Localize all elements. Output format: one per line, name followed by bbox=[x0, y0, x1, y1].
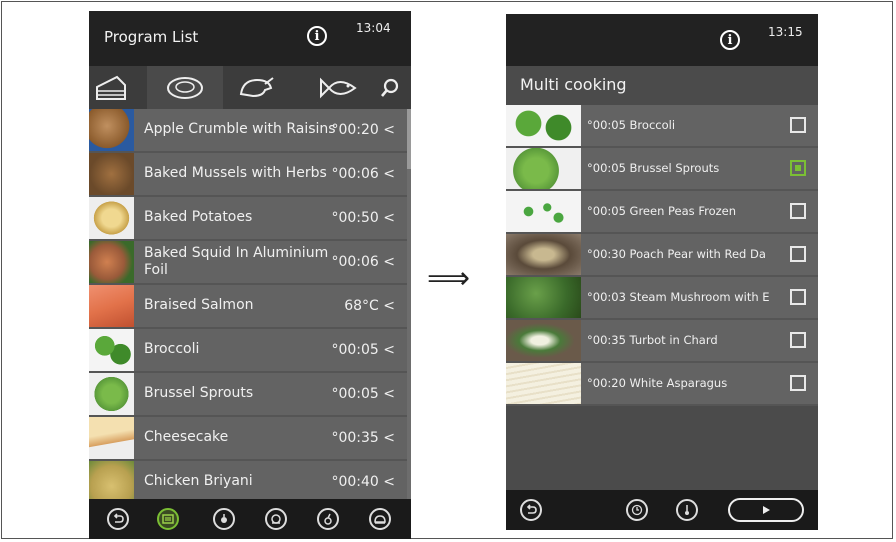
program-item[interactable]: Baked Potatoes °00:50 < bbox=[89, 197, 407, 241]
multi-cooking-screen: i 13:15 Multi cooking °00:05 Broccoli °0… bbox=[506, 14, 818, 530]
program-item[interactable]: Baked Squid In Aluminium Foil °00:06 < bbox=[89, 241, 407, 285]
food-thumbnail bbox=[89, 109, 134, 151]
core-temp-icon[interactable] bbox=[676, 499, 698, 521]
multi-item[interactable]: °00:05 Brussel Sprouts bbox=[506, 148, 818, 191]
select-checkbox[interactable] bbox=[790, 375, 806, 391]
program-list-screen: Program List i 13:04 Apple Crumble with … bbox=[89, 11, 411, 539]
start-button[interactable] bbox=[728, 498, 804, 522]
program-time: °00:40 < bbox=[331, 474, 395, 490]
program-name: Chicken Briyani bbox=[144, 473, 253, 489]
multi-item[interactable]: °00:03 Steam Mushroom with E bbox=[506, 277, 818, 320]
screen-title: Multi cooking bbox=[520, 75, 627, 94]
program-list-icon[interactable] bbox=[157, 508, 179, 530]
food-thumbnail bbox=[506, 148, 581, 189]
program-name: Baked Squid In Aluminium Foil bbox=[144, 245, 329, 278]
multi-item[interactable]: °00:30 Poach Pear with Red Da bbox=[506, 234, 818, 277]
item-name: °00:30 Poach Pear with Red Da bbox=[587, 247, 766, 261]
scrollbar-thumb[interactable] bbox=[407, 109, 411, 169]
program-time: °00:20 < bbox=[331, 122, 395, 138]
program-time: 68°C < bbox=[344, 298, 395, 314]
item-name: °00:20 White Asparagus bbox=[587, 376, 728, 390]
multi-item[interactable]: °00:20 White Asparagus bbox=[506, 363, 818, 406]
item-name: °00:05 Green Peas Frozen bbox=[587, 204, 737, 218]
program-item[interactable]: Baked Mussels with Herbs °00:06 < bbox=[89, 153, 407, 197]
meat-icon[interactable] bbox=[147, 66, 223, 109]
program-time: °00:50 < bbox=[331, 210, 395, 226]
food-thumbnail bbox=[89, 153, 134, 195]
program-item[interactable]: Apple Crumble with Raisins °00:20 < bbox=[89, 109, 407, 153]
multi-item[interactable]: °00:35 Turbot in Chard bbox=[506, 320, 818, 363]
select-checkbox[interactable] bbox=[790, 332, 806, 348]
food-thumbnail bbox=[89, 197, 134, 239]
food-thumbnail bbox=[506, 191, 581, 232]
search-icon[interactable] bbox=[369, 66, 411, 109]
timer-icon[interactable] bbox=[626, 499, 648, 521]
scrollbar[interactable] bbox=[407, 109, 411, 499]
cake-icon[interactable] bbox=[89, 66, 133, 109]
poultry-icon[interactable] bbox=[229, 66, 285, 109]
food-thumbnail bbox=[506, 234, 581, 275]
program-time: °00:05 < bbox=[331, 342, 395, 358]
program-time: °00:06 < bbox=[331, 254, 395, 270]
food-thumbnail bbox=[506, 363, 581, 404]
top-bar: i 13:15 bbox=[506, 14, 818, 66]
program-name: Cheesecake bbox=[144, 429, 229, 445]
clock: 13:04 bbox=[356, 21, 391, 35]
item-name: °00:35 Turbot in Chard bbox=[587, 333, 718, 347]
food-thumbnail bbox=[506, 105, 581, 146]
steam-icon[interactable] bbox=[265, 508, 287, 530]
food-thumbnail bbox=[506, 320, 581, 361]
top-bar: Program List i 13:04 bbox=[89, 11, 411, 66]
food-thumbnail bbox=[506, 277, 581, 318]
item-name: °00:03 Steam Mushroom with E bbox=[587, 290, 770, 304]
program-time: °00:06 < bbox=[331, 166, 395, 182]
food-thumbnail bbox=[89, 373, 134, 415]
header: Multi cooking bbox=[506, 66, 818, 105]
transition-arrow: ⟹ bbox=[427, 261, 471, 296]
select-checkbox[interactable] bbox=[790, 203, 806, 219]
multi-item[interactable]: °00:05 Green Peas Frozen bbox=[506, 191, 818, 234]
select-checkbox[interactable] bbox=[790, 160, 806, 176]
program-name: Braised Salmon bbox=[144, 297, 254, 313]
program-name: Broccoli bbox=[144, 341, 200, 357]
clock: 13:15 bbox=[768, 25, 803, 39]
food-thumbnail bbox=[89, 329, 134, 371]
select-checkbox[interactable] bbox=[790, 117, 806, 133]
category-bar bbox=[89, 66, 411, 109]
program-time: °00:35 < bbox=[331, 430, 395, 446]
food-thumbnail bbox=[89, 417, 134, 459]
program-item[interactable]: Braised Salmon 68°C < bbox=[89, 285, 407, 329]
fish-icon[interactable] bbox=[311, 66, 367, 109]
program-name: Brussel Sprouts bbox=[144, 385, 254, 401]
program-name: Baked Mussels with Herbs bbox=[144, 165, 327, 181]
select-checkbox[interactable] bbox=[790, 246, 806, 262]
temperature-icon[interactable] bbox=[317, 508, 339, 530]
item-name: °00:05 Brussel Sprouts bbox=[587, 161, 720, 175]
food-thumbnail bbox=[89, 285, 134, 327]
back-icon[interactable] bbox=[520, 499, 542, 521]
program-item[interactable]: Brussel Sprouts °00:05 < bbox=[89, 373, 407, 417]
multi-item[interactable]: °00:05 Broccoli bbox=[506, 105, 818, 148]
bottom-bar bbox=[89, 499, 411, 539]
food-thumbnail bbox=[89, 241, 134, 283]
info-icon[interactable]: i bbox=[720, 30, 740, 50]
program-name: Apple Crumble with Raisins bbox=[144, 121, 336, 137]
screen-title: Program List bbox=[104, 28, 199, 46]
program-name: Baked Potatoes bbox=[144, 209, 253, 225]
program-item[interactable]: Cheesecake °00:35 < bbox=[89, 417, 407, 461]
item-name: °00:05 Broccoli bbox=[587, 118, 676, 132]
info-icon[interactable]: i bbox=[307, 26, 327, 46]
program-item[interactable]: Broccoli °00:05 < bbox=[89, 329, 407, 373]
bottom-bar bbox=[506, 490, 818, 530]
back-icon[interactable] bbox=[107, 508, 129, 530]
assisted-icon[interactable] bbox=[213, 508, 235, 530]
select-checkbox[interactable] bbox=[790, 289, 806, 305]
food-thumbnail bbox=[89, 461, 134, 503]
program-time: °00:05 < bbox=[331, 386, 395, 402]
play-icon bbox=[763, 506, 770, 514]
favorite-icon[interactable] bbox=[369, 508, 391, 530]
